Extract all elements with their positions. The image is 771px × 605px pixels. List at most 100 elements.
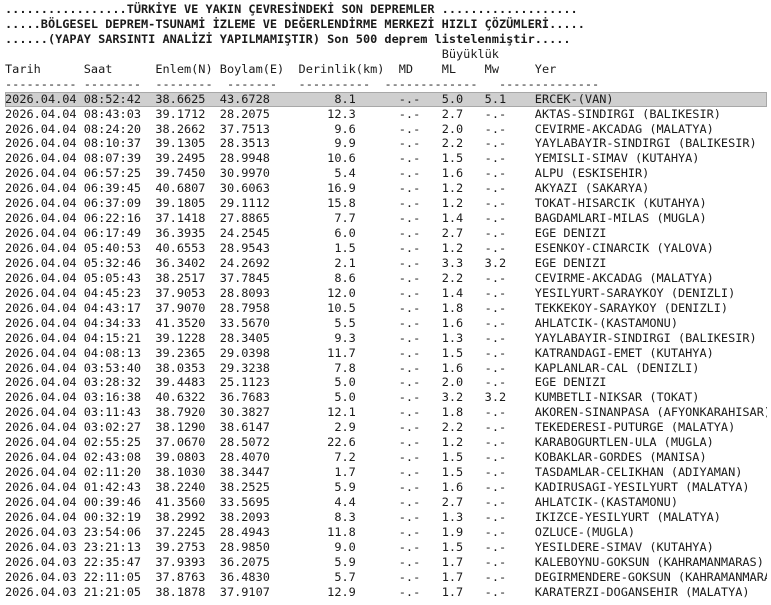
event-depth: 5.0 — [298, 390, 399, 405]
event-ml: 1.6 — [441, 166, 485, 181]
event-date: 2026.04.04 — [5, 121, 84, 136]
event-ml: 2.0 — [441, 121, 485, 136]
event-time: 22:11:05 — [83, 569, 156, 584]
event-depth: 15.8 — [298, 196, 399, 211]
table-row[interactable]: 2026.04.04 02:11:20 38.1030 38.3447 1.7 … — [5, 465, 767, 480]
event-ml: 1.8 — [441, 405, 485, 420]
event-md: -.- — [398, 241, 442, 255]
event-depth: 5.9 — [298, 480, 399, 494]
event-location: KOBAKLAR-GORDES (MANISA) — [534, 450, 707, 465]
table-row[interactable]: 2026.04.03 22:35:47 37.9393 36.2075 5.9 … — [5, 555, 767, 570]
event-ml: 1.5 — [441, 151, 485, 166]
event-mw: -.- — [484, 569, 535, 584]
event-location: YESILYURT-SARAYKOY (DENIZLI) — [534, 285, 736, 300]
table-row[interactable]: 2026.04.04 05:05:43 38.2517 37.7845 8.6 … — [5, 271, 767, 286]
table-row[interactable]: 2026.04.04 06:57:25 39.7450 30.9970 5.4 … — [5, 166, 767, 181]
event-mw: -.- — [484, 241, 535, 255]
table-row[interactable]: 2026.04.03 23:21:13 39.2753 28.9850 9.0 … — [5, 540, 767, 555]
event-ml: 1.5 — [441, 450, 485, 465]
event-latitude: 38.2662 — [155, 121, 220, 136]
event-depth: 5.4 — [298, 166, 399, 181]
event-longitude: 37.7513 — [219, 121, 299, 136]
event-depth: 6.0 — [298, 226, 399, 241]
event-longitude: 28.4943 — [219, 524, 299, 539]
event-mw: -.- — [484, 315, 535, 330]
event-mw: -.- — [484, 211, 535, 226]
event-longitude: 28.9850 — [219, 539, 299, 554]
event-longitude: 36.7683 — [219, 390, 299, 405]
event-longitude: 37.9107 — [219, 584, 299, 599]
event-time: 05:32:46 — [83, 255, 156, 270]
table-row[interactable]: 2026.04.04 04:43:17 37.9070 28.7958 10.5… — [5, 301, 767, 316]
table-row[interactable]: 2026.04.04 02:55:25 37.0670 28.5072 22.6… — [5, 435, 767, 450]
table-row[interactable]: 2026.04.04 05:32:46 36.3402 24.2692 2.1 … — [5, 256, 767, 271]
event-location: KARABOGURTLEN-ULA (MUGLA) — [534, 435, 714, 450]
event-ml: 1.2 — [441, 435, 485, 450]
table-row[interactable]: 2026.04.04 08:43:03 39.1712 28.2075 12.3… — [5, 107, 767, 122]
event-location: IKIZCE-YESILYURT (MALATYA) — [534, 509, 721, 524]
table-row-selected[interactable]: 2026.04.04 08:52:42 38.6625 43.6728 8.1 … — [5, 91, 767, 107]
table-row[interactable]: 2026.04.04 08:10:37 39.1305 28.3513 9.9 … — [5, 136, 767, 151]
event-ml: 2.7 — [441, 226, 485, 241]
table-row[interactable]: 2026.04.04 06:17:49 36.3935 24.2545 6.0 … — [5, 226, 767, 241]
event-md: -.- — [398, 390, 442, 405]
event-mw: -.- — [484, 106, 535, 121]
event-location: EGE DENIZI — [534, 226, 607, 241]
table-row[interactable]: 2026.04.04 04:08:13 39.2365 29.0398 11.7… — [5, 346, 767, 361]
column-headers: Tarih Saat Enlem(N) Boylam(E) Derinlik(k… — [5, 62, 767, 77]
table-row[interactable]: 2026.04.04 06:39:45 40.6807 30.6063 16.9… — [5, 181, 767, 196]
table-row[interactable]: 2026.04.04 00:39:46 41.3560 33.5695 4.4 … — [5, 495, 767, 510]
event-location: TASDAMLAR-CELIKHAN (ADIYAMAN) — [534, 465, 743, 480]
table-row[interactable]: 2026.04.04 04:45:23 37.9053 28.8093 12.0… — [5, 286, 767, 301]
event-md: -.- — [398, 509, 442, 524]
table-row[interactable]: 2026.04.03 22:11:05 37.8763 36.4830 5.7 … — [5, 570, 767, 585]
event-md: -.- — [398, 345, 442, 360]
table-row[interactable]: 2026.04.04 05:40:53 40.6553 28.9543 1.5 … — [5, 241, 767, 256]
event-latitude: 39.0803 — [155, 450, 220, 465]
col-ml: ML — [441, 61, 485, 76]
event-date: 2026.04.04 — [5, 360, 84, 375]
event-mw: -.- — [484, 345, 535, 360]
event-location: AKTAS-SINDIRGI (BALIKESIR) — [534, 106, 721, 121]
table-row[interactable]: 2026.04.04 06:37:09 39.1805 29.1112 15.8… — [5, 196, 767, 211]
event-date: 2026.04.04 — [5, 375, 84, 390]
event-time: 06:17:49 — [83, 226, 156, 241]
event-latitude: 36.3402 — [155, 255, 220, 270]
event-ml: 1.5 — [441, 465, 485, 480]
table-row[interactable]: 2026.04.04 03:16:38 40.6322 36.7683 5.0 … — [5, 390, 767, 405]
event-longitude: 27.8865 — [219, 211, 299, 226]
event-ml: 1.4 — [441, 285, 485, 300]
event-longitude: 28.9543 — [219, 241, 299, 255]
table-row[interactable]: 2026.04.03 23:54:06 37.2245 28.4943 11.8… — [5, 525, 767, 540]
table-row[interactable]: 2026.04.04 01:42:43 38.2240 38.2525 5.9 … — [5, 480, 767, 495]
table-row[interactable]: 2026.04.04 04:15:21 39.1228 28.3405 9.3 … — [5, 331, 767, 346]
table-row[interactable]: 2026.04.04 08:24:20 38.2662 37.7513 9.6 … — [5, 122, 767, 137]
event-date: 2026.04.04 — [5, 181, 84, 196]
table-row[interactable]: 2026.04.04 03:28:32 39.4483 25.1123 5.0 … — [5, 375, 767, 390]
event-ml: 2.2 — [441, 136, 485, 151]
table-row[interactable]: 2026.04.04 06:22:16 37.1418 27.8865 7.7 … — [5, 211, 767, 226]
table-row[interactable]: 2026.04.04 03:11:43 38.7920 30.3827 12.1… — [5, 405, 767, 420]
event-md: -.- — [398, 554, 442, 569]
event-latitude: 39.1305 — [155, 136, 220, 151]
event-md: -.- — [398, 226, 442, 241]
event-time: 08:10:37 — [83, 136, 156, 151]
event-date: 2026.04.03 — [5, 539, 84, 554]
event-latitude: 38.1030 — [155, 465, 220, 480]
event-date: 2026.04.04 — [5, 345, 84, 360]
table-row[interactable]: 2026.04.04 03:02:27 38.1290 38.6147 2.9 … — [5, 420, 767, 435]
event-ml: 2.0 — [441, 375, 485, 390]
event-depth: 11.8 — [298, 524, 399, 539]
table-row[interactable]: 2026.04.04 02:43:08 39.0803 28.4070 7.2 … — [5, 450, 767, 465]
event-time: 05:05:43 — [83, 270, 156, 285]
event-time: 02:55:25 — [83, 435, 156, 450]
table-row[interactable]: 2026.04.04 00:32:19 38.2992 38.2093 8.3 … — [5, 510, 767, 525]
event-date: 2026.04.04 — [5, 211, 84, 226]
event-md: -.- — [398, 270, 442, 285]
table-row[interactable]: 2026.04.04 08:07:39 39.2495 28.9948 10.6… — [5, 151, 767, 166]
event-md: -.- — [398, 539, 442, 554]
table-row[interactable]: 2026.04.04 04:34:33 41.3520 33.5670 5.5 … — [5, 316, 767, 331]
table-row[interactable]: 2026.04.03 21:21:05 38.1878 37.9107 12.9… — [5, 585, 767, 600]
table-row[interactable]: 2026.04.04 03:53:40 38.0353 29.3238 7.8 … — [5, 361, 767, 376]
event-longitude: 30.3827 — [219, 405, 299, 420]
